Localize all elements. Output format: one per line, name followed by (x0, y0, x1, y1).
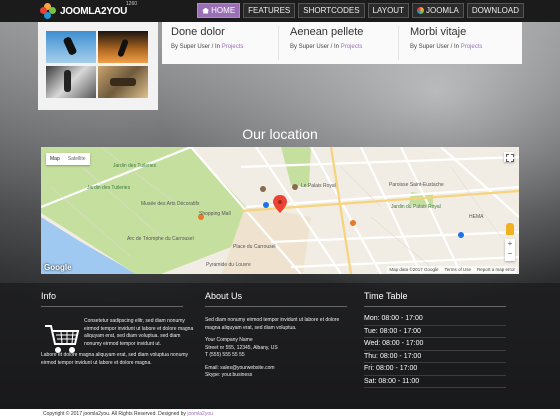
post-category-link[interactable]: Projects (461, 44, 483, 50)
logo-text: JOOMLA2YOU (60, 5, 128, 17)
post-title[interactable]: Morbi vitaje (410, 26, 466, 38)
shopping-cart-icon (45, 325, 80, 353)
company-skype[interactable]: Skype: your.business (205, 372, 350, 380)
divider (205, 306, 347, 307)
joomla-icon (416, 7, 424, 14)
map-data-credit: Map data ©2017 Google (389, 267, 439, 272)
portfolio-image-yoga[interactable] (98, 66, 148, 98)
portfolio-image-climb[interactable] (46, 66, 96, 98)
map-label: Pyramide du Louvre (206, 262, 251, 268)
map-tab-satellite[interactable]: Satellite (64, 153, 90, 165)
timetable-row: Fri: 08:00 - 17:00 (364, 363, 506, 376)
about-heading: About Us (205, 291, 243, 301)
post-meta: By Super User / In Projects (410, 44, 482, 50)
timetable-column: Time Table Mon: 08:00 - 17:00 Tue: 08:00… (364, 291, 506, 388)
zoom-control[interactable]: + − (505, 239, 515, 261)
about-paragraph: Sed diam nonumy eirmod tempor invidunt u… (205, 317, 340, 331)
info-column: Info (41, 291, 183, 307)
copyright-bar: Copyright © 2017 joomla2you. All Rights … (0, 409, 560, 420)
nav-features-label: FEATURES (248, 6, 291, 15)
street-view-pegman-icon[interactable] (506, 223, 514, 235)
post-title[interactable]: Done dolor (171, 26, 225, 38)
site-logo[interactable]: JOOMLA2YOU 1260 (40, 1, 137, 20)
nav-joomla[interactable]: JOOMLA (411, 3, 464, 18)
divider (41, 306, 183, 307)
map-label: Arc de Triomphe du Carrousel (127, 236, 194, 242)
company-phone: T (555) 555 55 55 (205, 352, 245, 358)
terms-link[interactable]: Terms of Use (444, 267, 471, 272)
map-type-control: Map Satellite (46, 153, 90, 165)
post-category-link[interactable]: Projects (341, 44, 363, 50)
info-heading: Info (41, 291, 57, 301)
about-column: About Us Sed diam nonumy eirmod tempor i… (205, 291, 350, 380)
post-meta: By Super User / In Projects (171, 44, 243, 50)
portfolio-image-sunset[interactable] (98, 31, 148, 63)
nav-home-label: HOME (211, 6, 236, 15)
nav-joomla-label: JOOMLA (425, 6, 459, 15)
google-wordmark: Google (44, 263, 72, 272)
logo-superscript: 1260 (125, 1, 138, 7)
nav-download-label: DOWNLOAD (471, 6, 519, 15)
map-label: Paroisse Saint-Eustache (389, 182, 444, 188)
nav-shortcodes[interactable]: SHORTCODES (298, 3, 365, 18)
home-icon (202, 7, 210, 14)
nav-shortcodes-label: SHORTCODES (303, 6, 360, 15)
timetable-row: Sat: 08:00 - 11:00 (364, 376, 506, 388)
divider (278, 26, 279, 60)
designer-link[interactable]: joomla2you (187, 411, 213, 417)
map-label: Place du Carrousel (233, 244, 276, 250)
info-paragraph-2: Labore et dolore magna aliquyam erat, se… (41, 352, 189, 366)
company-name: Your Company Name (205, 337, 253, 343)
portfolio-image-jump[interactable] (46, 31, 96, 63)
divider (364, 306, 506, 307)
top-navbar: JOOMLA2YOU 1260 HOME FEATURES SHORTCODES… (0, 0, 560, 22)
post-author: By Super User / In (290, 44, 341, 50)
report-error-link[interactable]: Report a map error (477, 267, 515, 272)
timetable-row: Mon: 08:00 - 17:00 (364, 313, 506, 326)
divider (398, 26, 399, 60)
map-label: Jardin des Tuileries (87, 185, 131, 191)
map-label: Jardin des Tuileries (113, 163, 157, 169)
post-author: By Super User / In (410, 44, 461, 50)
timetable-row: Thu: 08:00 - 17:00 (364, 351, 506, 363)
map-label: Jardin du Palais Royal (391, 204, 441, 210)
company-email[interactable]: Email: sales@yourwebsite.com (205, 365, 350, 373)
google-logo: Google (44, 263, 72, 272)
post-category-link[interactable]: Projects (222, 44, 244, 50)
nav-layout-label: LAYOUT (372, 6, 404, 15)
portfolio-gallery (38, 22, 158, 110)
map-label: Musée des Arts Décoratifs (141, 201, 200, 207)
map-tab-map[interactable]: Map (46, 153, 64, 165)
map-attribution: Map data ©2017 Google Terms of Use Repor… (387, 266, 517, 273)
nav-layout[interactable]: LAYOUT (367, 3, 409, 18)
timetable-row: Tue: 08:00 - 17:00 (364, 326, 506, 338)
flower-logo-icon (40, 3, 56, 19)
post-card[interactable]: Aenean pellete By Super User / In Projec… (281, 22, 395, 64)
post-title[interactable]: Aenean pellete (290, 26, 363, 38)
timetable-heading: Time Table (364, 291, 408, 301)
nav-home[interactable]: HOME (197, 3, 241, 18)
post-card[interactable]: Morbi vitaje By Super User / In Projects (401, 22, 515, 64)
post-meta: By Super User / In Projects (290, 44, 362, 50)
post-card[interactable]: Done dolor By Super User / In Projects (162, 22, 276, 64)
info-paragraph-1: Consetetur sadipscing elitr, sed diam no… (84, 318, 194, 347)
timetable-row: Wed: 08:00 - 17:00 (364, 338, 506, 351)
recent-posts: Done dolor By Super User / In Projects A… (162, 22, 522, 64)
company-address: Street nr 555, 12345, Albany, US (205, 344, 278, 351)
main-menu: HOME FEATURES SHORTCODES LAYOUT JOOMLA D… (197, 3, 524, 18)
copyright-text: Copyright © 2017 joomla2you. All Rights … (43, 411, 188, 417)
nav-download[interactable]: DOWNLOAD (466, 3, 524, 18)
fullscreen-icon[interactable] (504, 152, 514, 162)
post-author: By Super User / In (171, 44, 222, 50)
section-title-location: Our location (242, 126, 318, 142)
map-label: HEMA (469, 214, 484, 220)
google-map[interactable]: Map Satellite Jardin des Tuileries Jardi… (41, 147, 519, 274)
nav-features[interactable]: FEATURES (243, 3, 296, 18)
map-label: Shopping Mall (199, 211, 231, 217)
map-label: Le Palais Royal (301, 183, 336, 189)
